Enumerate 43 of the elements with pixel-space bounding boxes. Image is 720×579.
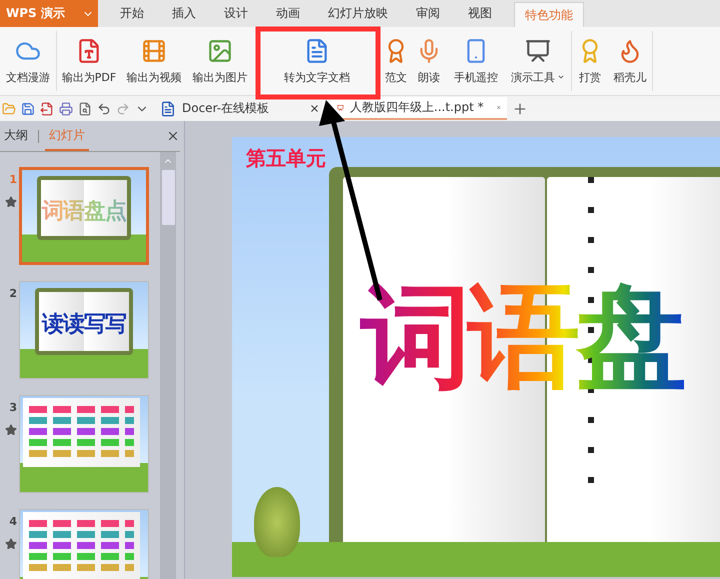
slide-number: 1 bbox=[9, 173, 17, 186]
tree-drawing bbox=[254, 487, 300, 557]
print-preview-icon[interactable] bbox=[78, 102, 92, 116]
slide-thumbnail[interactable]: 读读写写 bbox=[19, 281, 149, 379]
ribbon-button[interactable]: 输出为PDF bbox=[57, 36, 121, 86]
document-tab[interactable]: 人教版四年级上...t.ppt * bbox=[331, 97, 507, 120]
panel-tab[interactable]: 大纲 bbox=[0, 122, 32, 150]
ribbon-tab[interactable]: 幻灯片放映 bbox=[318, 0, 398, 27]
ribbon-tab[interactable]: 设计 bbox=[214, 0, 258, 27]
image-icon bbox=[207, 38, 233, 64]
ribbon-button[interactable]: 手机遥控 bbox=[447, 36, 505, 86]
ribbon-button[interactable]: 稻壳儿 bbox=[608, 36, 652, 86]
video-icon bbox=[141, 38, 167, 64]
ribbon-tab[interactable]: 动画 bbox=[266, 0, 310, 27]
undo-icon[interactable] bbox=[97, 102, 111, 116]
ribbon-tab[interactable]: 插入 bbox=[162, 0, 206, 27]
print-icon[interactable] bbox=[59, 102, 73, 116]
close-icon[interactable] bbox=[166, 129, 180, 143]
ribbon-button[interactable]: 打赏 bbox=[572, 36, 608, 86]
ribbon-button[interactable]: 输出为视频 bbox=[121, 36, 187, 86]
ribbon-tab[interactable]: 视图 bbox=[458, 0, 502, 27]
slide-number: 3 bbox=[9, 401, 17, 414]
slide-title: 读读写写 bbox=[40, 310, 127, 339]
slide-number: 4 bbox=[9, 515, 17, 528]
ribbon-button[interactable]: 范文 bbox=[381, 36, 411, 86]
ribbon-button[interactable]: 输出为图片 bbox=[187, 36, 253, 86]
new-tab-icon[interactable] bbox=[512, 100, 528, 116]
document-tab[interactable]: Docer-在线模板 bbox=[154, 97, 326, 120]
ribbon-button[interactable]: 朗读 bbox=[411, 36, 447, 86]
document-logo-icon bbox=[160, 100, 176, 116]
close-icon[interactable] bbox=[309, 103, 320, 114]
scrollbar-thumb[interactable] bbox=[162, 170, 174, 225]
scrollbar[interactable] bbox=[160, 152, 176, 579]
save-icon[interactable] bbox=[21, 102, 35, 116]
ribbon-button[interactable]: 演示工具 bbox=[505, 36, 571, 86]
unit-label: 第五单元 bbox=[246, 145, 326, 172]
slide-number: 2 bbox=[9, 287, 17, 300]
ribbon-button[interactable]: 文档漫游 bbox=[0, 36, 56, 86]
ribbon-button[interactable]: 转为文字文档 bbox=[253, 36, 381, 86]
slide-thumbnail[interactable] bbox=[19, 395, 149, 493]
ribbon-tab[interactable]: 审阅 bbox=[406, 0, 450, 27]
ribbon-tab[interactable]: 开始 bbox=[110, 0, 154, 27]
export-icon[interactable] bbox=[40, 102, 54, 116]
